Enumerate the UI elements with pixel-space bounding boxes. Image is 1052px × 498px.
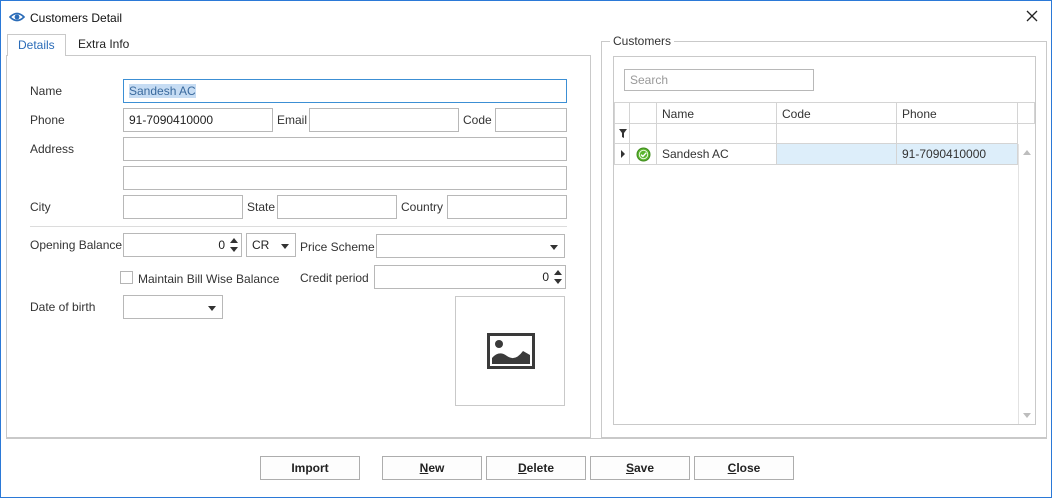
section-divider	[30, 226, 567, 227]
row-pointer-icon	[621, 150, 625, 158]
filter-cell-status[interactable]	[630, 124, 657, 144]
column-header-code[interactable]: Code	[777, 102, 897, 124]
tab-extra-info[interactable]: Extra Info	[68, 34, 139, 56]
opening-balance-input[interactable]: 0	[123, 233, 242, 257]
save-button[interactable]: Save	[590, 456, 690, 480]
chevron-down-icon	[281, 244, 289, 249]
maintain-bill-wise-checkbox[interactable]	[120, 271, 133, 284]
filter-cell-name[interactable]	[657, 124, 777, 144]
delete-mnemonic: D	[517, 461, 527, 475]
column-header-name[interactable]: Name	[657, 102, 777, 124]
new-button-label: ew	[428, 461, 445, 475]
grid-vertical-scrollbar[interactable]	[1018, 144, 1035, 424]
tab-details[interactable]: Details	[7, 34, 66, 56]
import-button[interactable]: Import	[260, 456, 360, 480]
price-scheme-label: Price Scheme	[300, 240, 375, 254]
check-circle-icon	[636, 147, 651, 162]
maintain-bill-wise-label: Maintain Bill Wise Balance	[138, 272, 280, 286]
close-button-label: lose	[736, 461, 761, 475]
title-bar: Customers Detail	[1, 1, 1051, 31]
save-button-label: ave	[633, 461, 655, 475]
import-button-label: Import	[291, 461, 329, 475]
drcr-value: CR	[252, 238, 270, 252]
filter-cell-phone[interactable]	[897, 124, 1018, 144]
name-value: Sandesh AC	[129, 84, 196, 98]
state-label: State	[247, 200, 276, 214]
column-header-phone[interactable]: Phone	[897, 102, 1018, 124]
credit-period-value: 0	[542, 270, 549, 284]
opening-balance-value: 0	[218, 238, 225, 252]
app-icon	[9, 12, 25, 22]
row-indicator-header	[614, 102, 630, 124]
filter-cell-code[interactable]	[777, 124, 897, 144]
opening-balance-label: Opening Balance	[30, 238, 123, 252]
status-header	[630, 102, 657, 124]
address-line2-input[interactable]	[123, 166, 567, 190]
close-button[interactable]: Close	[694, 456, 794, 480]
table-row-phone[interactable]: 91-7090410000	[897, 144, 1018, 165]
chevron-down-icon	[208, 306, 216, 311]
photo-box[interactable]	[455, 296, 565, 406]
header-spacer	[1018, 102, 1035, 124]
image-placeholder-icon	[487, 333, 535, 369]
row-status-cell	[630, 144, 657, 165]
email-input[interactable]	[309, 108, 459, 132]
delete-button-label: elete	[526, 461, 555, 475]
scroll-down-icon[interactable]	[1023, 413, 1031, 418]
new-button[interactable]: New	[382, 456, 482, 480]
country-input[interactable]	[447, 195, 567, 219]
dob-label: Date of birth	[30, 300, 96, 314]
scroll-up-icon[interactable]	[1023, 150, 1031, 155]
search-input[interactable]: Search	[624, 69, 814, 91]
opening-balance-spinner[interactable]	[230, 237, 239, 253]
name-input[interactable]: Sandesh AC	[123, 79, 567, 103]
state-input[interactable]	[277, 195, 397, 219]
name-label: Name	[30, 84, 63, 98]
customers-group-title: Customers	[610, 34, 675, 48]
city-input[interactable]	[123, 195, 243, 219]
customers-grid: Name Code Phone Sandesh AC 91-7090410000	[614, 102, 1035, 424]
credit-period-label: Credit period	[300, 271, 369, 285]
address-line1-input[interactable]	[123, 137, 567, 161]
save-mnemonic: S	[625, 461, 634, 475]
table-row-code[interactable]	[777, 144, 897, 165]
drcr-select[interactable]: CR	[246, 233, 296, 257]
filter-icon	[619, 129, 627, 138]
price-scheme-select[interactable]	[376, 234, 565, 258]
delete-button[interactable]: Delete	[486, 456, 586, 480]
country-label: Country	[401, 200, 444, 214]
row-indicator[interactable]	[614, 144, 630, 165]
email-label: Email	[277, 113, 308, 127]
code-label: Code	[463, 113, 492, 127]
phone-label: Phone	[30, 113, 65, 127]
city-label: City	[30, 200, 51, 214]
address-label: Address	[30, 142, 75, 156]
customers-detail-window: Customers Detail Details Extra Info Name…	[0, 0, 1052, 498]
dob-picker[interactable]	[123, 295, 223, 319]
code-input[interactable]	[495, 108, 567, 132]
close-icon[interactable]	[1023, 7, 1041, 25]
phone-input[interactable]: 91-7090410000	[123, 108, 273, 132]
table-row-name[interactable]: Sandesh AC	[657, 144, 777, 165]
window-title: Customers Detail	[30, 11, 123, 25]
filter-row-indicator[interactable]	[614, 124, 630, 144]
credit-period-input[interactable]: 0	[374, 265, 566, 289]
credit-period-spinner[interactable]	[554, 269, 563, 285]
chevron-down-icon	[550, 245, 558, 250]
